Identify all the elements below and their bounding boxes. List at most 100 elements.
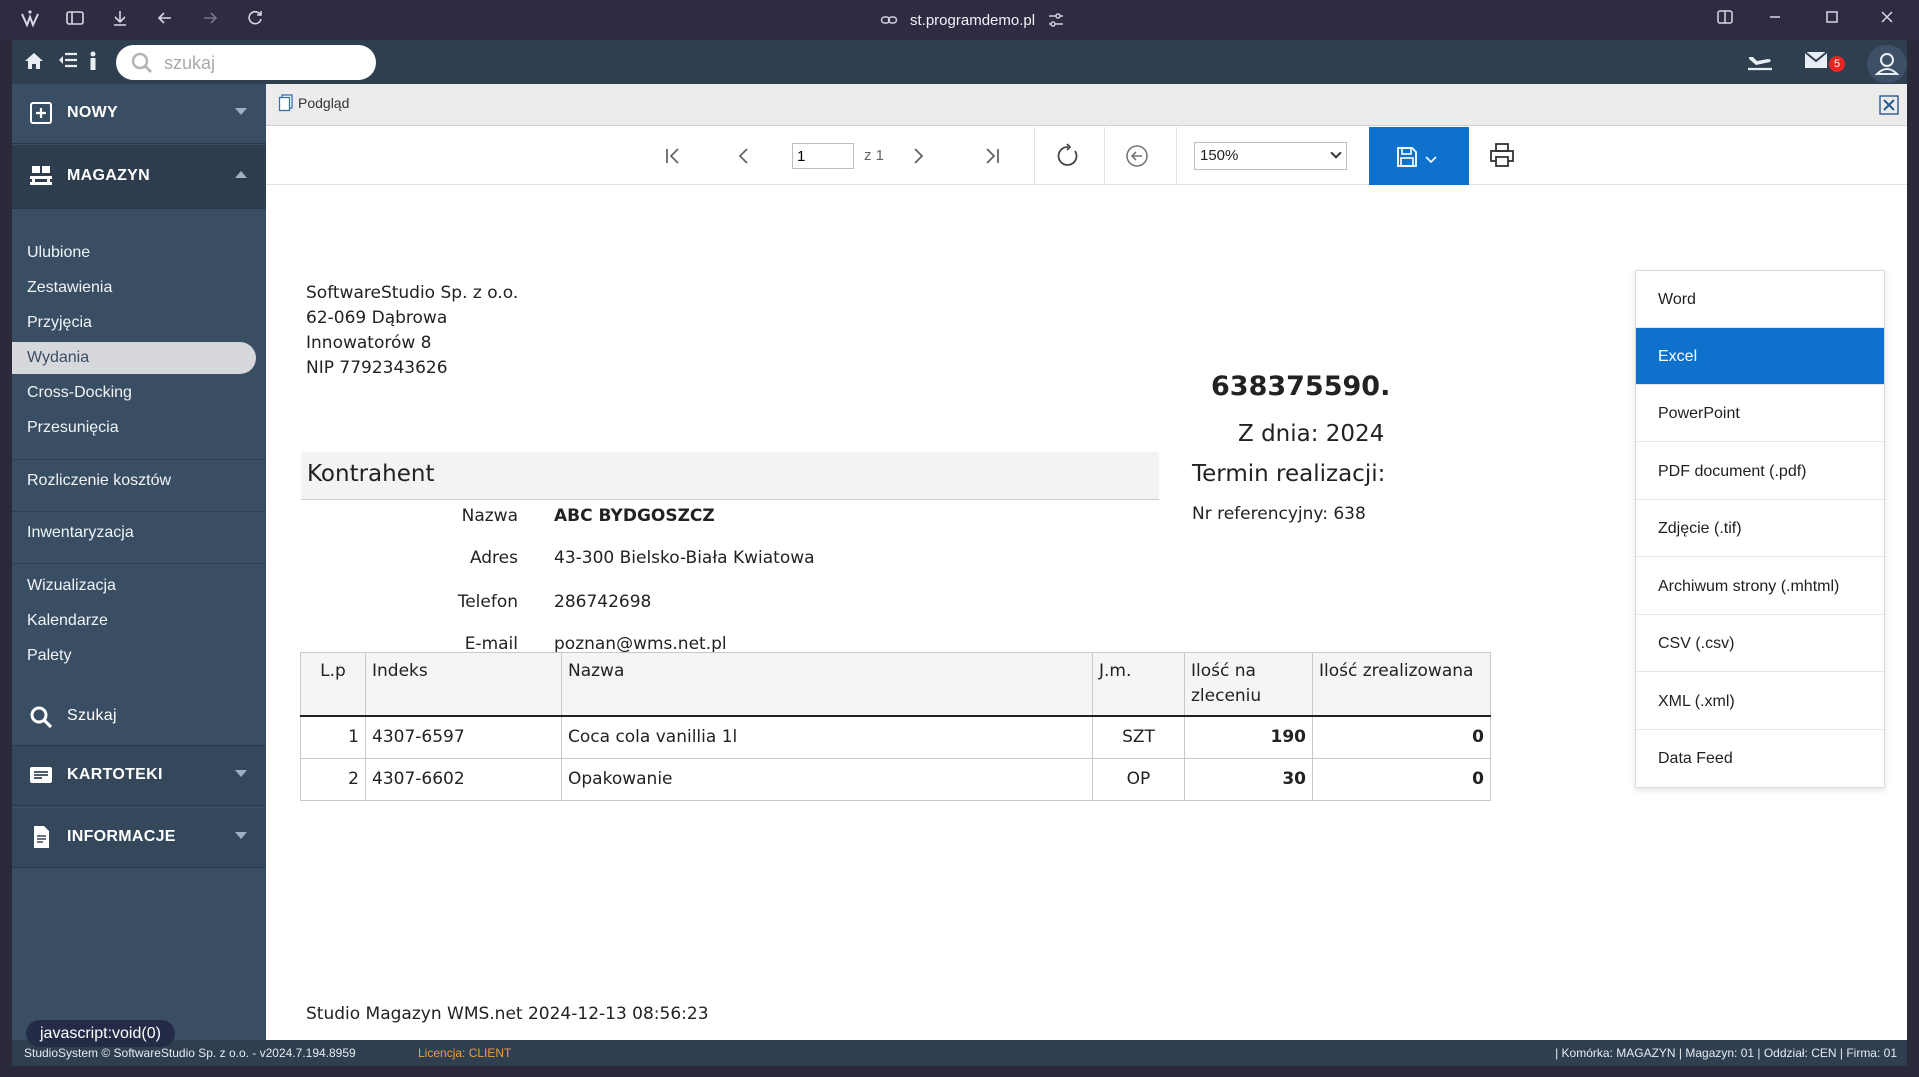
close-panel-icon[interactable] — [1878, 94, 1900, 116]
export-pdf[interactable]: PDF document (.pdf) — [1636, 443, 1884, 500]
menu-collapse-icon[interactable] — [57, 49, 79, 77]
preview-toolbar: z 1 150% — [266, 127, 1907, 185]
column-header: Ilość zrealizowana — [1312, 652, 1491, 717]
next-page-button[interactable] — [903, 141, 933, 171]
sidebar-nowy-label: NOWY — [67, 104, 118, 121]
cell-nazwa: Coca cola vanillia 1l — [561, 715, 1093, 759]
cell-lp: 2 — [300, 757, 366, 801]
back-icon[interactable] — [153, 8, 177, 32]
export-save-button[interactable] — [1369, 127, 1469, 185]
sidebar-kartoteki[interactable]: KARTOTEKI — [12, 746, 266, 806]
sidebar-item-rozliczenie[interactable]: Rozliczenie kosztów — [12, 465, 266, 497]
refresh-button[interactable] — [1053, 141, 1083, 171]
sidebar-item-cross-docking[interactable]: Cross-Docking — [12, 377, 266, 409]
chevron-up-icon — [235, 171, 247, 178]
sidebar-item-kalendarze[interactable]: Kalendarze — [12, 605, 266, 637]
sidebar-item-przesuniecia[interactable]: Przesunięcia — [12, 412, 266, 444]
search-box — [116, 45, 376, 80]
sidebar-item-zestawienia[interactable]: Zestawienia — [12, 272, 266, 304]
chevron-down-icon — [1330, 147, 1342, 159]
toolbar-divider — [1176, 127, 1177, 185]
sidebar-kartoteki-label: KARTOTEKI — [67, 766, 163, 783]
sidebar-item-ulubione[interactable]: Ulubione — [12, 237, 266, 269]
cell-lp: 1 — [300, 715, 366, 759]
kontrahent-field-label: Telefon — [457, 592, 518, 612]
page-number-input[interactable] — [792, 143, 854, 169]
save-icon — [1397, 147, 1417, 167]
sidebar-informacje-label: INFORMACJE — [67, 828, 176, 845]
address-bar[interactable]: st.programdemo.pl — [880, 9, 1065, 31]
address-line: SoftwareStudio Sp. z o.o. — [306, 283, 519, 303]
document-reference: Nr referencyjny: 638 — [1192, 504, 1366, 524]
sidebar-nowy[interactable]: NOWY — [12, 84, 266, 144]
split-view-icon[interactable] — [1713, 8, 1737, 32]
tab-podglad[interactable]: Podgląd — [278, 94, 349, 112]
sidebar-informacje[interactable]: INFORMACJE — [12, 808, 266, 868]
mail-icon[interactable] — [1804, 49, 1830, 77]
forward-icon[interactable] — [198, 8, 222, 32]
first-page-button[interactable] — [658, 141, 688, 171]
browser-chrome: st.programdemo.pl — [0, 0, 1919, 40]
export-powerpoint[interactable]: PowerPoint — [1636, 385, 1884, 442]
export-word[interactable]: Word — [1636, 271, 1884, 328]
kontrahent-address: 43-300 Bielsko-Biała Kwiatowa — [554, 548, 815, 568]
sidebar-item-palety[interactable]: Palety — [12, 640, 266, 672]
sidebar-magazyn-label: MAGAZYN — [67, 167, 150, 184]
site-settings-icon[interactable] — [1047, 11, 1065, 29]
export-excel[interactable]: Excel — [1636, 328, 1884, 385]
mail-count-badge: 5 — [1829, 56, 1845, 72]
zoom-select[interactable]: 150% — [1194, 142, 1347, 170]
last-page-button[interactable] — [977, 141, 1007, 171]
chevron-left-icon — [738, 148, 748, 164]
sidebar-item-inwentaryzacja[interactable]: Inwentaryzacja — [12, 517, 266, 549]
refresh-icon — [1057, 143, 1078, 166]
plane-icon[interactable] — [1746, 49, 1774, 79]
export-csv[interactable]: CSV (.csv) — [1636, 615, 1884, 672]
sidebar-toggle-icon[interactable] — [63, 8, 87, 32]
export-tif[interactable]: Zdjęcie (.tif) — [1636, 500, 1884, 557]
cell-nazwa: Opakowanie — [561, 757, 1093, 801]
minimize-icon[interactable] — [1763, 8, 1787, 32]
info-icon[interactable] — [87, 49, 99, 79]
export-xml[interactable]: XML (.xml) — [1636, 673, 1884, 730]
browser-logo-icon[interactable] — [18, 8, 42, 32]
column-header: Nazwa — [561, 652, 1093, 717]
document-icon — [34, 826, 49, 848]
user-avatar[interactable] — [1867, 45, 1907, 83]
export-data-feed[interactable]: Data Feed — [1636, 730, 1884, 787]
url-text: st.programdemo.pl — [910, 11, 1036, 29]
close-window-icon[interactable] — [1875, 8, 1899, 32]
back-to-parent-button[interactable] — [1122, 141, 1152, 171]
search-input[interactable] — [164, 51, 364, 75]
cell-ilosc-zrealizowana: 0 — [1312, 715, 1491, 759]
sidebar-item-przyjecia[interactable]: Przyjęcia — [12, 307, 266, 339]
sidebar-item-wydania[interactable]: Wydania — [12, 342, 256, 374]
link-tooltip: javascript:void(0) — [26, 1020, 175, 1047]
kontrahent-header: Kontrahent — [301, 452, 1159, 500]
sidebar-divider — [12, 563, 266, 564]
download-icon[interactable] — [108, 8, 132, 32]
sidebar-divider — [12, 459, 266, 460]
sidebar-item-wizualizacja[interactable]: Wizualizacja — [12, 570, 266, 602]
sidebar-szukaj[interactable]: Szukaj — [12, 688, 266, 746]
prev-page-button[interactable] — [729, 141, 759, 171]
status-license: Licencja: CLIENT — [418, 1046, 512, 1060]
sidebar-magazyn[interactable]: MAGAZYN — [12, 145, 266, 209]
table-header-row: L.p Indeks Nazwa J.m. Ilość na zleceniu … — [300, 652, 1491, 717]
preview-doc-icon — [278, 94, 293, 112]
maximize-icon[interactable] — [1820, 8, 1844, 32]
main-panel: Podgląd z 1 150% — [266, 84, 1907, 1040]
page-total: z 1 — [864, 147, 885, 164]
status-context: | Komórka: MAGAZYN | Magazyn: 01 | Oddzi… — [1555, 1046, 1897, 1060]
report-footer: Studio Magazyn WMS.net 2024-12-13 08:56:… — [306, 1004, 709, 1024]
tab-title: Podgląd — [298, 95, 350, 111]
home-icon[interactable] — [22, 49, 46, 79]
tab-bar: Podgląd — [266, 84, 1907, 126]
first-page-icon — [666, 148, 679, 164]
export-mhtml[interactable]: Archiwum strony (.mhtml) — [1636, 558, 1884, 615]
print-button[interactable] — [1488, 141, 1518, 171]
search-icon — [30, 706, 53, 729]
column-header: J.m. — [1092, 652, 1185, 717]
reload-icon[interactable] — [243, 8, 267, 32]
column-header: L.p — [300, 652, 366, 717]
